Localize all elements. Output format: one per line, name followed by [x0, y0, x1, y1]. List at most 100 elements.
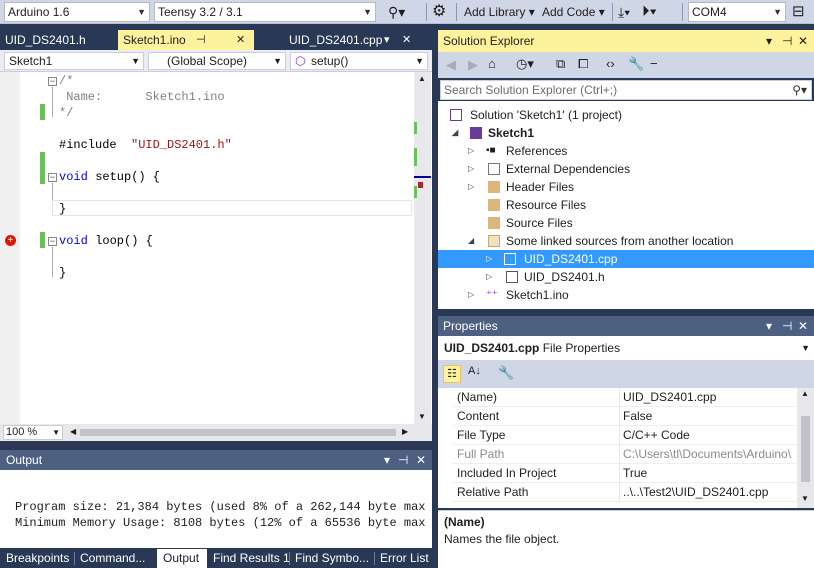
tree-item-uid-cpp[interactable]: ▷ UID_DS2401.cpp — [438, 250, 814, 268]
tab-sketch1-ino[interactable]: Sketch1.ino ⊣ ✕ — [118, 30, 254, 50]
solution-explorer-header: Solution Explorer ▾ ⊣ ✕ — [438, 30, 814, 52]
zoom-combo[interactable]: 100 % ▼ — [3, 425, 63, 440]
serial-monitor-icon[interactable]: ⊟ — [792, 2, 805, 22]
view-code-icon[interactable]: ‹› — [606, 56, 615, 71]
tab-label: Error List — [380, 551, 429, 565]
fold-toggle[interactable]: − — [48, 173, 57, 182]
tree-item-solution[interactable]: Solution 'Sketch1' (1 project) — [450, 106, 622, 124]
tree-item-label: Source Files — [506, 216, 573, 230]
tab-label: Sketch1.ino — [123, 33, 186, 47]
property-row[interactable]: Full Path C:\Users\tl\Documents\Arduino\ — [453, 445, 796, 464]
tab-error-list[interactable]: Error List — [374, 549, 429, 568]
tree-item-label: Sketch1.ino — [506, 288, 569, 302]
property-row[interactable]: File Type C/C++ Code — [453, 426, 796, 445]
chevron-down-icon[interactable]: ▾ — [384, 30, 390, 50]
collapsed-icon[interactable]: ▷ — [486, 268, 492, 286]
scroll-right-icon[interactable]: ▶ — [402, 427, 408, 436]
collapsed-icon[interactable]: ▷ — [468, 142, 474, 160]
property-row[interactable]: Content False — [453, 407, 796, 426]
run-icon[interactable]: ⏵▾ — [642, 2, 657, 22]
board-combo[interactable]: Arduino 1.6 ▼ — [4, 2, 150, 22]
property-name: (Name) — [457, 390, 498, 404]
wrench-icon[interactable]: 🔧 — [628, 56, 644, 72]
collapse-icon[interactable]: ⧉ — [556, 56, 565, 72]
history-icon[interactable]: ◷▾ — [516, 56, 534, 72]
collapsed-icon[interactable]: ▷ — [468, 160, 474, 178]
tree-item-sketch1-ino[interactable]: ▷ ⁺⁺ Sketch1.ino — [466, 286, 569, 304]
chevron-down-icon: ▼ — [137, 7, 146, 17]
show-all-files-icon[interactable]: ⧠ — [578, 56, 588, 72]
tree-item-linked-sources[interactable]: ◢ Some linked sources from another locat… — [466, 232, 733, 250]
tree-item-uid-h[interactable]: ▷ UID_DS2401.h — [438, 268, 605, 286]
collapsed-icon[interactable]: ▷ — [468, 178, 474, 196]
expanded-icon[interactable]: ◢ — [468, 232, 474, 250]
tree-item-references[interactable]: ▷ ▪■ References — [466, 142, 567, 160]
alphabetical-icon[interactable]: A↓ — [468, 365, 481, 377]
back-icon[interactable]: ◀ — [446, 57, 456, 73]
search-icon[interactable]: ⚲▾ — [388, 2, 405, 22]
close-icon[interactable]: ✕ — [798, 30, 808, 52]
scroll-thumb[interactable] — [801, 416, 810, 482]
add-code-button[interactable]: Add Code ▾ — [542, 2, 605, 22]
close-icon[interactable]: ✕ — [402, 30, 411, 50]
board-version-combo[interactable]: Teensy 3.2 / 3.1 ▼ — [154, 2, 376, 22]
tree-item-project[interactable]: ◢ Sketch1 — [450, 124, 534, 142]
tab-uid-cpp[interactable]: UID_DS2401.cpp ▾ ✕ — [284, 30, 432, 50]
chevron-down-icon[interactable]: ▾ — [766, 30, 772, 52]
fold-toggle[interactable]: − — [48, 77, 57, 86]
editor-vertical-scrollbar[interactable]: ▲ ▼ — [414, 72, 431, 424]
pin-icon[interactable]: ⊣ — [782, 30, 792, 52]
collapsed-icon[interactable]: ▷ — [486, 250, 492, 268]
tab-uid-h[interactable]: UID_DS2401.h — [0, 30, 118, 50]
tab-output[interactable]: Output — [157, 549, 207, 568]
scroll-left-icon[interactable]: ◀ — [70, 427, 76, 436]
scroll-up-icon[interactable]: ▲ — [418, 74, 426, 83]
close-icon[interactable]: ✕ — [798, 316, 808, 336]
property-grid-scrollbar[interactable]: ▲ ▼ — [797, 388, 814, 508]
upload-icon[interactable]: ⤓▾ — [618, 2, 630, 22]
fold-toggle[interactable]: − — [48, 237, 57, 246]
tab-label: Breakpoints — [6, 551, 70, 565]
pin-icon[interactable]: ⊣ — [196, 30, 206, 50]
tree-item-resource-files[interactable]: Resource Files — [466, 196, 586, 214]
scroll-up-icon[interactable]: ▲ — [801, 389, 809, 398]
pin-icon[interactable]: ⊣ — [398, 450, 408, 470]
port-combo[interactable]: COM4 ▼ — [688, 2, 786, 22]
breakpoint-icon[interactable]: + — [5, 235, 16, 246]
properties-object-selector[interactable]: UID_DS2401.cpp File Properties ▼ — [438, 336, 814, 360]
add-library-button[interactable]: Add Library ▾ — [464, 2, 535, 22]
property-row[interactable]: Relative Path ..\..\Test2\UID_DS2401.cpp — [453, 483, 796, 502]
pin-icon[interactable]: ⊣ — [782, 316, 792, 336]
tab-breakpoints[interactable]: Breakpoints — [0, 549, 69, 568]
property-row[interactable]: Included In Project True — [453, 464, 796, 483]
output-panel[interactable]: Program size: 21,384 bytes (used 8% of a… — [0, 470, 432, 548]
close-icon[interactable]: ✕ — [416, 450, 426, 470]
home-icon[interactable]: ⌂ — [488, 56, 496, 71]
tab-command[interactable]: Command... — [74, 549, 145, 568]
tab-find-results[interactable]: Find Results 1 — [207, 549, 290, 568]
scroll-down-icon[interactable]: ▼ — [801, 494, 809, 503]
member-combo[interactable]: ⬡ setup() ▼ — [290, 52, 428, 70]
editor-gutter[interactable] — [0, 72, 20, 424]
gear-icon[interactable]: ⚙ — [432, 2, 446, 22]
categorized-icon[interactable]: ☷ — [443, 365, 461, 383]
scroll-down-icon[interactable]: ▼ — [418, 412, 426, 421]
horizontal-scroll-thumb[interactable] — [80, 429, 396, 436]
chevron-down-icon[interactable]: ▾ — [766, 316, 772, 336]
property-row[interactable]: (Name) UID_DS2401.cpp — [453, 388, 796, 407]
solution-search-input[interactable]: Search Solution Explorer (Ctrl+;) ⚲▾ — [440, 80, 812, 100]
tab-find-symbol[interactable]: Find Symbo... — [289, 549, 369, 568]
chevron-down-icon[interactable]: ▾ — [384, 450, 390, 470]
expanded-icon[interactable]: ◢ — [452, 124, 458, 142]
tree-item-external-dependencies[interactable]: ▷ External Dependencies — [466, 160, 630, 178]
forward-icon[interactable]: ▶ — [468, 57, 478, 73]
minus-icon[interactable]: − — [650, 56, 658, 71]
close-icon[interactable]: ✕ — [236, 30, 245, 50]
project-combo[interactable]: Sketch1 ▼ — [4, 52, 144, 70]
tree-item-header-files[interactable]: ▷ Header Files — [466, 178, 574, 196]
scope-combo[interactable]: (Global Scope) ▼ — [148, 52, 286, 70]
code-editor[interactable] — [0, 72, 432, 424]
wrench-icon[interactable]: 🔧 — [498, 365, 514, 381]
tree-item-source-files[interactable]: Source Files — [466, 214, 573, 232]
collapsed-icon[interactable]: ▷ — [468, 286, 474, 304]
